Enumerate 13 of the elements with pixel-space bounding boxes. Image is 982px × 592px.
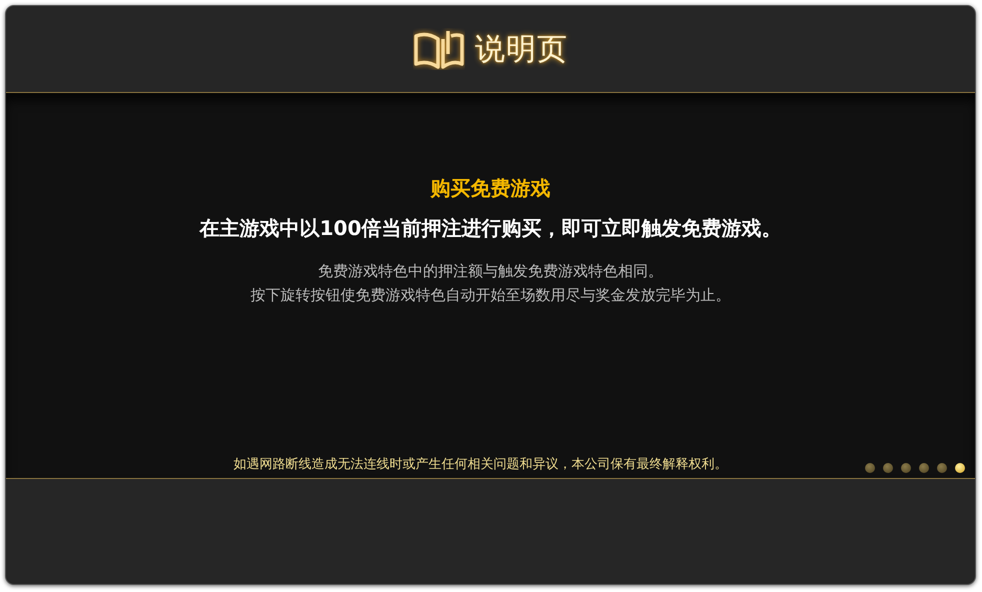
window-title: 说明页 [475,30,568,68]
book-icon [413,28,465,70]
page-dot[interactable] [883,463,893,473]
page-dot[interactable] [901,463,911,473]
page-dot[interactable] [919,463,929,473]
page-dot[interactable] [937,463,947,473]
lead-text: 在主游戏中以100倍当前押注进行购买，即可立即触发免费游戏。 [200,215,782,242]
page-dot[interactable] [955,463,965,473]
disclaimer-text: 如遇网路断线造成无法连线时或产生任何相关问题和异议，本公司保有最终解释权利。 [234,456,728,472]
section-heading: 购买免费游戏 [430,175,550,202]
page-dot[interactable] [865,463,875,473]
description-line: 免费游戏特色中的押注额与触发免费游戏特色相同。 [317,261,664,282]
description-line: 按下旋转按钮使免费游戏特色自动开始至场数用尽与奖金发放完毕为止。 [250,285,730,306]
